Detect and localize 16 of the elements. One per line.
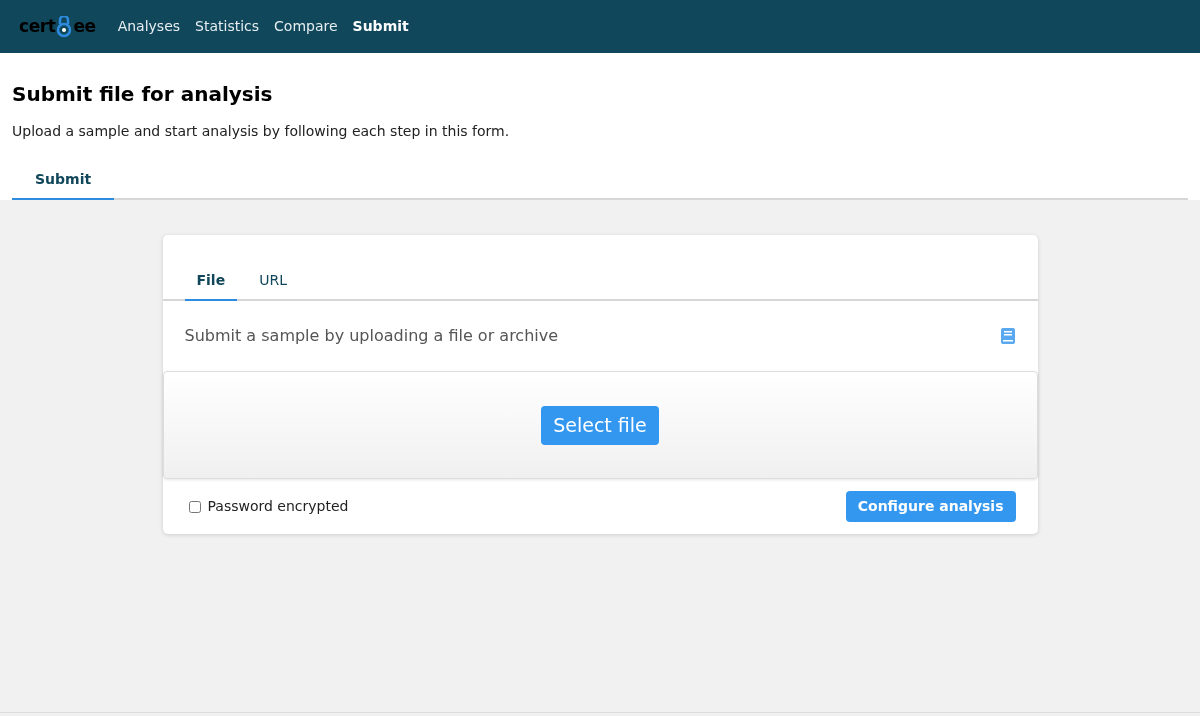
tab[interactable]: URL	[247, 261, 299, 301]
lock-icon	[56, 15, 73, 38]
logo-text: cert	[19, 14, 56, 38]
nav-link[interactable]: Statistics	[195, 16, 260, 37]
password-checkbox[interactable]	[188, 500, 201, 513]
nav-link[interactable]: Submit	[352, 16, 409, 37]
logo-text: ee	[73, 14, 96, 38]
book-icon[interactable]	[999, 327, 1016, 345]
checkbox-label: Password encrypted	[207, 497, 349, 516]
tab[interactable]: File	[184, 261, 238, 301]
nav-link[interactable]: Compare	[274, 16, 338, 37]
page-title: Submit file for analysis	[12, 81, 274, 108]
card-heading: Submit a sample by uploading a file or archive	[184, 325, 559, 347]
nav-link[interactable]: Analyses	[117, 16, 181, 37]
page-subtitle: Upload a sample and start analysis by following each step in this form.	[12, 122, 511, 141]
tab[interactable]: Submit	[12, 160, 115, 200]
